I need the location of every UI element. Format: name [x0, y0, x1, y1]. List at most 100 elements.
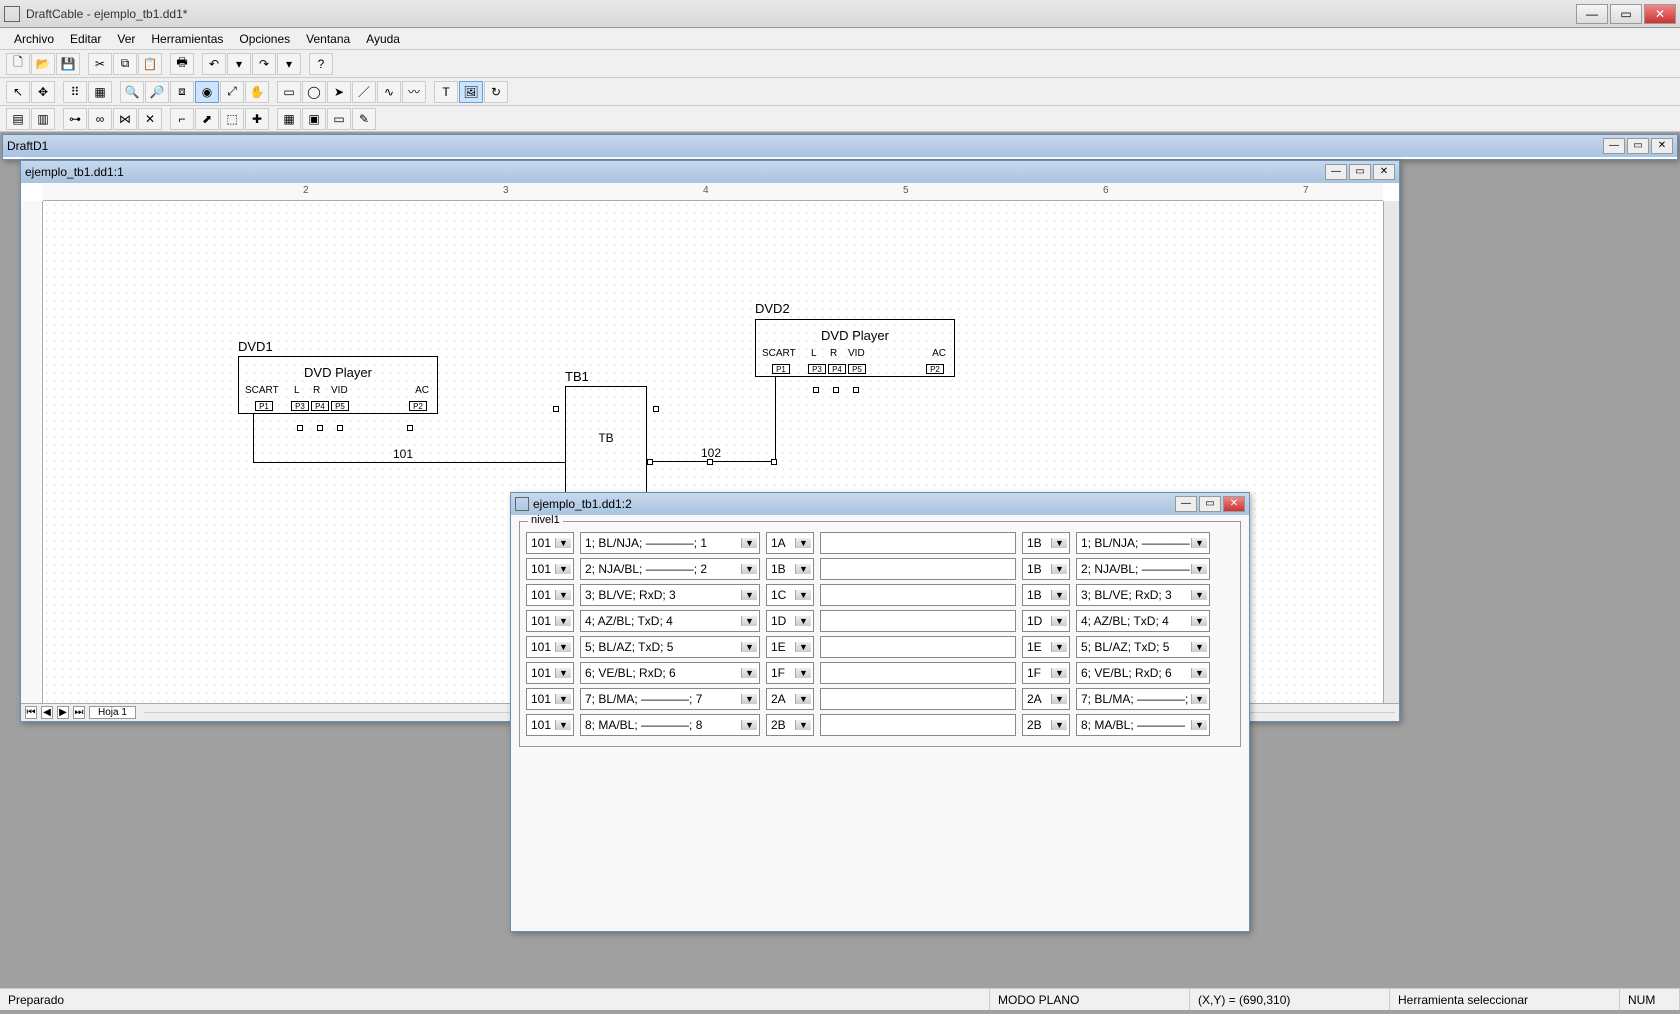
- tab-next-icon[interactable]: ▶: [57, 706, 69, 719]
- tab-last-icon[interactable]: ⏭: [73, 706, 85, 719]
- handle[interactable]: [337, 425, 343, 431]
- col-e-combo[interactable]: 6; VE/BL; RxD; 6▼: [1076, 662, 1210, 684]
- chevron-down-icon[interactable]: ▼: [1051, 564, 1067, 574]
- undo-dropdown-icon[interactable]: ▾: [227, 53, 251, 75]
- image-icon[interactable]: 🖼: [459, 81, 483, 103]
- text-field[interactable]: [820, 610, 1016, 632]
- text-field[interactable]: [820, 584, 1016, 606]
- col-b-combo[interactable]: 2; NJA/BL; ————; 2▼: [580, 558, 760, 580]
- wire[interactable]: [253, 462, 565, 463]
- outer-close-icon[interactable]: ✕: [1651, 138, 1673, 154]
- chevron-down-icon[interactable]: ▼: [1191, 642, 1207, 652]
- draw-max-icon[interactable]: ▭: [1349, 164, 1371, 180]
- chevron-down-icon[interactable]: ▼: [741, 590, 757, 600]
- handle[interactable]: [647, 459, 653, 465]
- step-icon[interactable]: ⌐: [170, 108, 194, 130]
- col-d-combo[interactable]: 1B▼: [1022, 558, 1070, 580]
- col-a-combo[interactable]: 101▼: [526, 688, 574, 710]
- col-c-combo[interactable]: 1F▼: [766, 662, 814, 684]
- print-icon[interactable]: 🖶: [170, 53, 194, 75]
- col-a-combo[interactable]: 101▼: [526, 662, 574, 684]
- col-e-combo[interactable]: 2; NJA/BL; ————▼: [1076, 558, 1210, 580]
- chevron-down-icon[interactable]: ▼: [1051, 538, 1067, 548]
- menu-ayuda[interactable]: Ayuda: [358, 30, 408, 48]
- maximize-button[interactable]: ▭: [1610, 4, 1642, 24]
- polyline-icon[interactable]: ∿: [377, 81, 401, 103]
- menu-opciones[interactable]: Opciones: [231, 30, 298, 48]
- zoom-out-icon[interactable]: 🔎: [145, 81, 169, 103]
- chevron-down-icon[interactable]: ▼: [1191, 564, 1207, 574]
- chevron-down-icon[interactable]: ▼: [1051, 590, 1067, 600]
- handle[interactable]: [407, 425, 413, 431]
- chevron-down-icon[interactable]: ▼: [795, 642, 811, 652]
- dvd2-block[interactable]: DVD Player SCART L R VID AC P1 P3 P4 P5: [755, 319, 955, 377]
- grid-lines-icon[interactable]: ▦: [88, 81, 112, 103]
- zoom-fit-icon[interactable]: ◉: [195, 81, 219, 103]
- col-a-combo[interactable]: 101▼: [526, 636, 574, 658]
- chevron-down-icon[interactable]: ▼: [795, 616, 811, 626]
- col-a-combo[interactable]: 101▼: [526, 610, 574, 632]
- tbl-min-icon[interactable]: —: [1175, 496, 1197, 512]
- col-a-combo[interactable]: 101▼: [526, 714, 574, 736]
- new-icon[interactable]: 🗋: [6, 53, 30, 75]
- col-c-combo[interactable]: 1A▼: [766, 532, 814, 554]
- chevron-down-icon[interactable]: ▼: [555, 694, 571, 704]
- paste-icon[interactable]: 📋: [138, 53, 162, 75]
- chevron-down-icon[interactable]: ▼: [555, 590, 571, 600]
- col-b-combo[interactable]: 6; VE/BL; RxD; 6▼: [580, 662, 760, 684]
- grid-dots-icon[interactable]: ⠿: [63, 81, 87, 103]
- text-field[interactable]: [820, 636, 1016, 658]
- refresh-icon[interactable]: ↻: [484, 81, 508, 103]
- wire[interactable]: [775, 377, 776, 461]
- draw-min-icon[interactable]: —: [1325, 164, 1347, 180]
- col-d-combo[interactable]: 2A▼: [1022, 688, 1070, 710]
- chevron-down-icon[interactable]: ▼: [741, 720, 757, 730]
- table-titlebar[interactable]: ejemplo_tb1.dd1:2 — ▭ ✕: [511, 493, 1249, 515]
- col-b-combo[interactable]: 7; BL/MA; ————; 7▼: [580, 688, 760, 710]
- handle[interactable]: [297, 425, 303, 431]
- col-e-combo[interactable]: 8; MA/BL; ————▼: [1076, 714, 1210, 736]
- scrollbar-vertical[interactable]: [1383, 201, 1399, 703]
- col-d-combo[interactable]: 1B▼: [1022, 532, 1070, 554]
- table-icon[interactable]: ▦: [277, 108, 301, 130]
- curve-icon[interactable]: 〰: [402, 81, 426, 103]
- line-icon[interactable]: ／: [352, 81, 376, 103]
- chevron-down-icon[interactable]: ▼: [795, 590, 811, 600]
- chevron-down-icon[interactable]: ▼: [741, 694, 757, 704]
- arrow-icon[interactable]: ➤: [327, 81, 351, 103]
- col-b-combo[interactable]: 1; BL/NJA; ————; 1▼: [580, 532, 760, 554]
- col-d-combo[interactable]: 1D▼: [1022, 610, 1070, 632]
- tab-first-icon[interactable]: ⏮: [25, 706, 37, 719]
- text-field[interactable]: [820, 714, 1016, 736]
- stair-up-icon[interactable]: ⬈: [195, 108, 219, 130]
- chevron-down-icon[interactable]: ▼: [555, 642, 571, 652]
- tbl-close-icon[interactable]: ✕: [1223, 496, 1245, 512]
- chevron-down-icon[interactable]: ▼: [795, 720, 811, 730]
- text-field[interactable]: [820, 662, 1016, 684]
- tb1-block[interactable]: TB: [565, 386, 647, 506]
- sheets-icon[interactable]: ▥: [31, 108, 55, 130]
- menu-herramientas[interactable]: Herramientas: [143, 30, 231, 48]
- col-c-combo[interactable]: 1D▼: [766, 610, 814, 632]
- col-a-combo[interactable]: 101▼: [526, 558, 574, 580]
- col-b-combo[interactable]: 8; MA/BL; ————; 8▼: [580, 714, 760, 736]
- handle[interactable]: [707, 459, 713, 465]
- text-field[interactable]: [820, 532, 1016, 554]
- open-icon[interactable]: 📂: [31, 53, 55, 75]
- drawing-titlebar[interactable]: ejemplo_tb1.dd1:1 — ▭ ✕: [21, 161, 1399, 183]
- layers-icon[interactable]: ▤: [6, 108, 30, 130]
- zoom-in-icon[interactable]: 🔍: [120, 81, 144, 103]
- handle[interactable]: [833, 387, 839, 393]
- menu-ver[interactable]: Ver: [109, 30, 143, 48]
- text-field[interactable]: [820, 688, 1016, 710]
- cross-icon[interactable]: ✚: [245, 108, 269, 130]
- col-e-combo[interactable]: 5; BL/AZ; TxD; 5▼: [1076, 636, 1210, 658]
- stair-icon[interactable]: ⬚: [220, 108, 244, 130]
- col-b-combo[interactable]: 3; BL/VE; RxD; 3▼: [580, 584, 760, 606]
- redo-dropdown-icon[interactable]: ▾: [277, 53, 301, 75]
- conn-d-icon[interactable]: ✕: [138, 108, 162, 130]
- col-c-combo[interactable]: 1E▼: [766, 636, 814, 658]
- handle[interactable]: [653, 406, 659, 412]
- chevron-down-icon[interactable]: ▼: [741, 564, 757, 574]
- chevron-down-icon[interactable]: ▼: [1191, 694, 1207, 704]
